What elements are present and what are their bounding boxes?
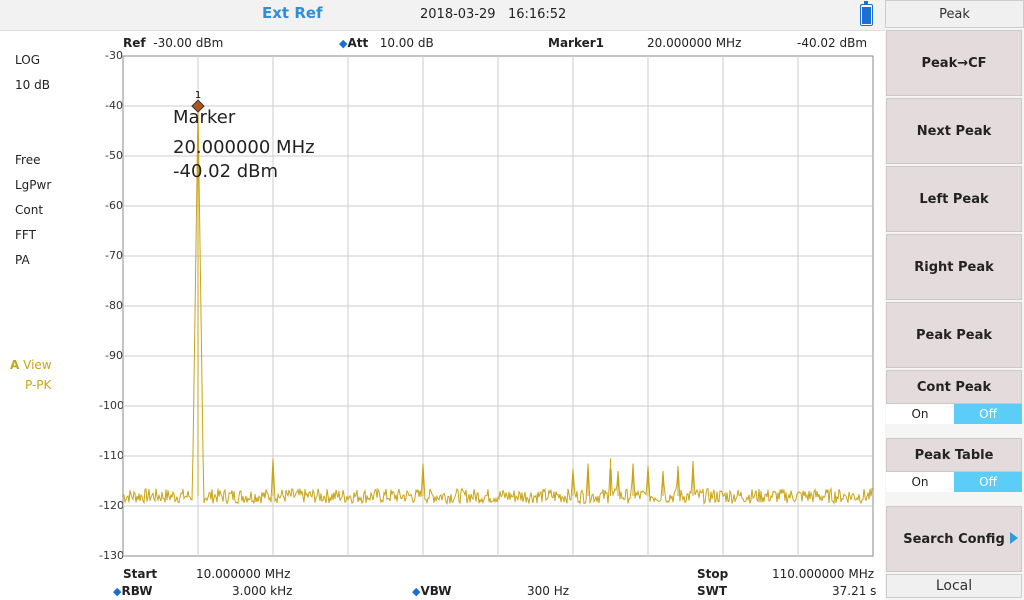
local-button[interactable]: Local	[886, 574, 1022, 598]
rbw-value: 3.000 kHz	[232, 584, 293, 598]
rbw[interactable]: ◆RBW	[113, 584, 152, 598]
spectrum-chart[interactable]: 1	[0, 0, 885, 600]
marker-annotation-amp: -40.02 dBm	[173, 161, 279, 182]
peak-table-off[interactable]: Off	[954, 472, 1022, 492]
cont-peak-off[interactable]: Off	[954, 404, 1022, 424]
peak-table-toggle[interactable]: On Off	[886, 472, 1022, 492]
peak-to-cf-button[interactable]: Peak→CF	[886, 30, 1022, 96]
softkey-menu-title: Peak	[885, 0, 1024, 28]
swt-label: SWT	[697, 584, 728, 598]
marker-annotation-title: Marker	[173, 107, 236, 128]
next-peak-button[interactable]: Next Peak	[886, 98, 1022, 164]
stop-label: Stop	[697, 567, 729, 581]
marker-annotation-freq: 20.000000 MHz	[173, 137, 315, 158]
left-peak-button[interactable]: Left Peak	[886, 166, 1022, 232]
submenu-arrow-icon	[1010, 532, 1018, 544]
search-config-button[interactable]: Search Config	[886, 506, 1022, 572]
cont-peak-button[interactable]: Cont Peak	[886, 370, 1022, 404]
peak-table-on[interactable]: On	[886, 472, 954, 492]
start-label: Start	[123, 567, 158, 581]
vbw[interactable]: ◆VBW	[412, 584, 451, 598]
right-peak-button[interactable]: Right Peak	[886, 234, 1022, 300]
cont-peak-on[interactable]: On	[886, 404, 954, 424]
swt-value[interactable]: 37.21 s	[832, 584, 876, 598]
peak-peak-button[interactable]: Peak Peak	[886, 302, 1022, 368]
peak-table-button[interactable]: Peak Table	[886, 438, 1022, 472]
marker-index-label: 1	[195, 90, 201, 101]
vbw-value: 300 Hz	[527, 584, 570, 598]
cont-peak-toggle[interactable]: On Off	[886, 404, 1022, 424]
stop-freq[interactable]: 110.000000 MHz	[772, 567, 874, 581]
start-freq[interactable]: 10.000000 MHz	[196, 567, 290, 581]
